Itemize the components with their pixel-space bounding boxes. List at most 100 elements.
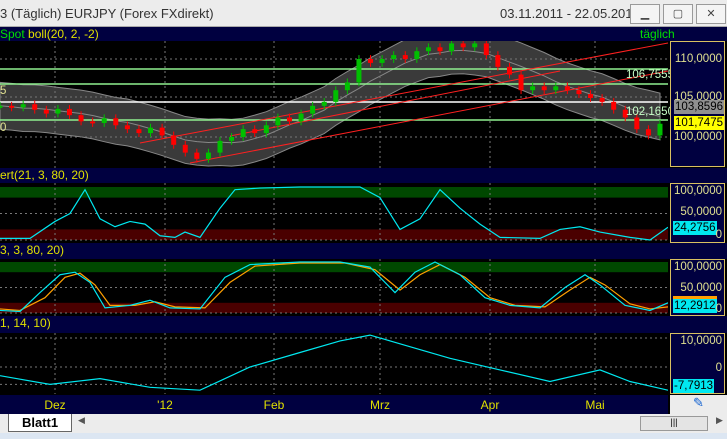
candle	[9, 105, 15, 108]
last-value-tag: 24,2756	[673, 221, 717, 235]
candle	[518, 74, 524, 91]
tick-label: 0	[715, 362, 722, 374]
last-value-tag: 12,2912	[673, 296, 717, 313]
tick-label: 100,0000	[674, 131, 722, 143]
candle	[379, 59, 385, 63]
candle	[90, 121, 96, 124]
panel3-header: 3, 3, 80, 20)	[0, 243, 727, 259]
minimize-button[interactable]: ▁	[630, 4, 660, 24]
window-title: 3 (Täglich) EURJPY (Forex FXdirekt)	[0, 6, 214, 21]
candle	[437, 47, 443, 52]
candle	[449, 43, 455, 52]
last-price-tag: 101,7475	[674, 116, 724, 130]
candle	[101, 118, 107, 123]
indicator-chart-4[interactable]	[0, 333, 668, 394]
level-label: 102,1650	[626, 106, 674, 118]
indicator-axis-3: 100,0000 50,0000 12,2912 0	[670, 259, 725, 316]
candle	[240, 129, 246, 137]
candle	[333, 90, 339, 102]
band-value-tag: 103,8596	[674, 100, 724, 114]
tick-label: 10,0000	[680, 335, 722, 347]
candle	[472, 43, 478, 48]
last-value-tag: -7,7913	[673, 379, 715, 393]
candle	[599, 98, 605, 102]
maximize-button[interactable]: ▢	[663, 4, 693, 24]
sheet-tab[interactable]: Blatt1	[8, 414, 72, 432]
candle	[645, 129, 651, 136]
candle	[611, 101, 617, 110]
tick-label: 0	[715, 229, 722, 241]
candle	[506, 66, 512, 75]
indicator-axis-2: 100,0000 50,0000 24,2756 0	[670, 183, 725, 243]
oversold-zone	[0, 229, 668, 240]
level-label: 106,7555	[626, 69, 674, 81]
panel2-header: ert(21, 3, 80, 20)	[0, 168, 727, 183]
indicator-chart-2[interactable]	[0, 183, 668, 243]
candle	[541, 86, 547, 91]
candle	[460, 43, 466, 48]
title-bar: 3 (Täglich) EURJPY (Forex FXdirekt) 03.1…	[0, 0, 727, 27]
candle	[113, 118, 119, 126]
price-panel-header: Spot boll(20, 2, -2) täglich	[0, 27, 727, 41]
candle	[286, 117, 292, 122]
candle	[32, 104, 38, 110]
candle	[194, 152, 200, 159]
time-axis: Dez '12 Feb Mrz Apr Mai	[0, 395, 668, 414]
draw-tool-icon[interactable]: ✎	[670, 395, 727, 414]
candle	[205, 152, 211, 159]
tick-label: 50,0000	[680, 282, 722, 294]
horizontal-scrollbar-thumb[interactable]: |||	[640, 416, 708, 431]
candle	[171, 135, 177, 145]
month-label: Mai	[585, 398, 605, 412]
candle	[483, 43, 489, 56]
price-axis[interactable]: 110,0000 105,0000 103,8596 101,7475 100,…	[670, 41, 725, 167]
candle	[136, 129, 142, 134]
candle	[252, 129, 258, 134]
candle	[78, 115, 84, 122]
candle	[182, 144, 188, 153]
candle	[0, 105, 3, 108]
candle	[657, 123, 663, 136]
month-label: '12	[157, 398, 173, 412]
tick-label: 110,0000	[674, 53, 722, 65]
oversold-zone	[0, 302, 668, 313]
candle	[495, 55, 501, 67]
month-label: Feb	[263, 398, 285, 412]
candle	[356, 59, 362, 83]
candle	[402, 55, 408, 59]
candle	[414, 51, 420, 59]
indicator-label: ert(21, 3, 80, 20)	[0, 168, 89, 182]
candle	[43, 109, 49, 114]
candle	[263, 125, 269, 134]
candle	[20, 104, 26, 108]
candle	[229, 137, 235, 141]
candle	[391, 55, 397, 59]
close-button[interactable]: ✕	[696, 4, 726, 24]
scroll-left-icon[interactable]: ◀	[78, 415, 85, 426]
instrument-label: Spot	[0, 27, 29, 41]
candle	[55, 108, 61, 114]
candle	[310, 105, 316, 114]
status-strip	[0, 433, 727, 439]
candle	[148, 127, 154, 134]
candle	[124, 125, 130, 130]
candle	[368, 59, 374, 63]
price-chart[interactable]	[0, 41, 668, 168]
indicator-chart-3[interactable]	[0, 259, 668, 316]
candle	[553, 86, 559, 91]
month-label: Apr	[480, 398, 500, 412]
bollinger-label: boll(20, 2, -2)	[28, 27, 99, 41]
candle	[564, 86, 570, 91]
candle	[275, 117, 281, 126]
month-label: Mrz	[370, 398, 390, 412]
candle	[321, 101, 327, 106]
indicator-axis-4: 10,0000 0 -7,7913	[670, 333, 725, 394]
tick-label: 100,0000	[674, 185, 722, 197]
date-range: 03.11.2011 - 22.05.2012	[500, 6, 640, 21]
candle	[530, 86, 536, 91]
indicator-label: 1, 14, 10)	[0, 316, 51, 330]
scroll-right-icon[interactable]: ▶	[716, 415, 723, 426]
cut-label: 0	[0, 122, 7, 134]
sheet-tab-bar: Blatt1 ◀ ||| ▶	[0, 414, 727, 433]
candle	[159, 127, 165, 136]
